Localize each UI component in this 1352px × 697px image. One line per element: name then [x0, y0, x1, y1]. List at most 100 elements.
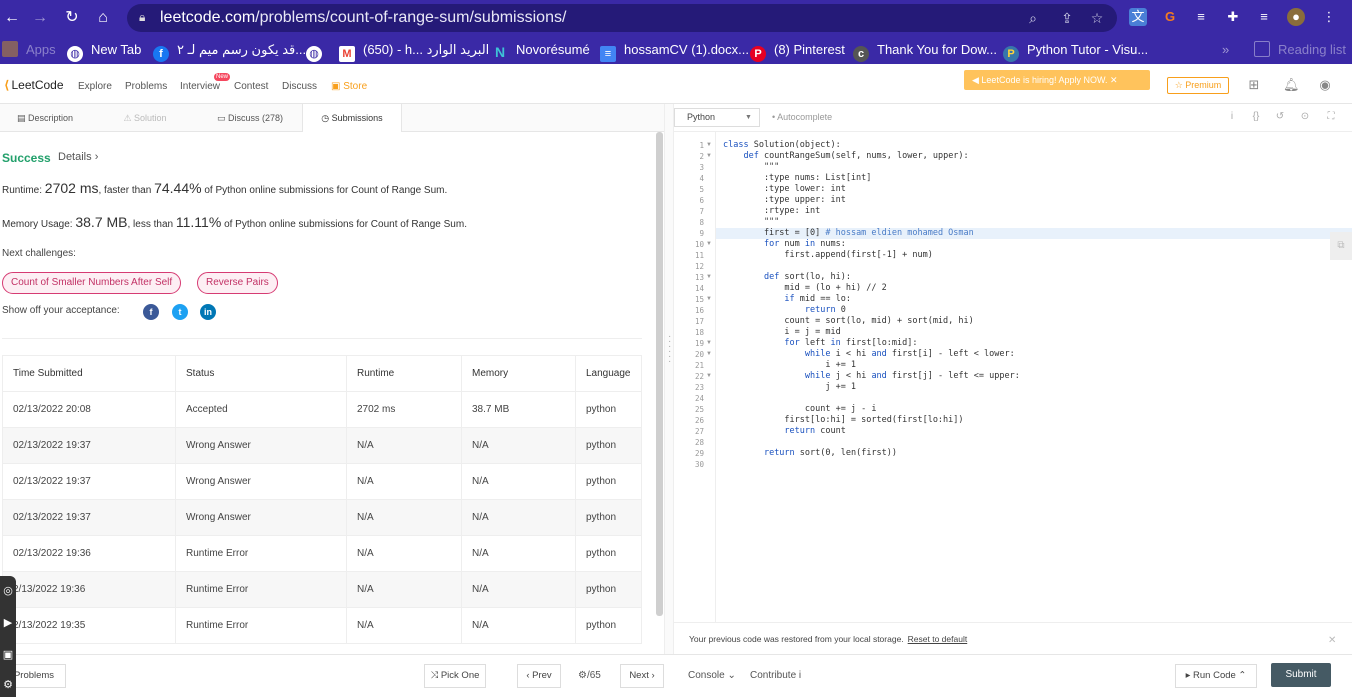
bookmark-thank-you[interactable]: c Thank You for Dow... [853, 40, 997, 62]
facebook-share-icon[interactable]: f [143, 304, 159, 320]
fold-caret-icon[interactable]: ▼ [706, 142, 712, 148]
line-number: 20 [694, 350, 704, 359]
braces-icon[interactable]: {} [1250, 111, 1262, 123]
submit-button[interactable]: Submit [1271, 663, 1331, 687]
search-icon[interactable]: ⌕ [1025, 10, 1041, 26]
tab-submissions[interactable]: ◷ Submissions [302, 104, 402, 132]
run-code-button[interactable]: ▸ Run Code ⌃ [1175, 664, 1257, 688]
details-link[interactable]: Details › [58, 151, 98, 163]
nav-problems[interactable]: Problems [125, 81, 167, 92]
cell-status[interactable]: Runtime Error [175, 535, 347, 572]
linkedin-share-icon[interactable]: in [200, 304, 216, 320]
left-scrollbar[interactable] [656, 132, 663, 616]
table-row[interactable]: 02/13/2022 19:37 Wrong Answer N/A N/A py… [2, 499, 642, 536]
fold-caret-icon[interactable]: ▼ [706, 153, 712, 159]
reload-icon[interactable]: ↻ [62, 8, 82, 28]
video-icon[interactable]: ▶ [1, 616, 15, 630]
table-row[interactable]: 2/13/2022 19:36 Runtime Error N/A N/A py… [2, 571, 642, 608]
grammarly-extension-icon[interactable]: G [1161, 8, 1179, 26]
profile-avatar[interactable]: ● [1287, 8, 1305, 26]
playground-icon[interactable]: ⊞ [1246, 77, 1262, 93]
tab-discuss[interactable]: ▭ Discuss (278) [200, 104, 300, 132]
prev-button[interactable]: ‹ Prev [517, 664, 561, 688]
cell-status[interactable]: Wrong Answer [175, 427, 347, 464]
cell-status[interactable]: Runtime Error [175, 607, 347, 644]
list-extension-icon[interactable]: ≡ [1192, 8, 1210, 26]
info-icon[interactable]: i [1226, 111, 1238, 123]
home-icon[interactable]: ⌂ [93, 8, 113, 28]
next-button[interactable]: Next › [620, 664, 664, 688]
bookmark-facebook[interactable]: f قد يكون رسم ميم لـ ٢... [153, 40, 306, 62]
code-line: j += 1 [723, 382, 857, 392]
nav-interview[interactable]: Interview [180, 81, 220, 92]
settings-icon[interactable]: ⊙ [1299, 111, 1311, 123]
code-line: :rtype: int [723, 206, 821, 216]
pick-one-button[interactable]: ⤨ Pick One [424, 664, 486, 688]
fold-caret-icon[interactable]: ▼ [706, 274, 712, 280]
tab-solution[interactable]: ⚠ Solution [100, 104, 190, 132]
bookmark-pinterest[interactable]: P (8) Pinterest [750, 40, 845, 62]
bell-icon[interactable]: 🔔︎ [1283, 77, 1300, 93]
close-icon[interactable]: ✕ [1107, 75, 1118, 85]
address-bar[interactable]: 🔒︎ leetcode.com/problems/count-of-range-… [127, 4, 1117, 32]
settings-icon[interactable]: ⚙ [1, 678, 15, 692]
share-icon[interactable]: ⇪ [1059, 10, 1075, 26]
autocomplete-toggle[interactable]: • Autocomplete [772, 112, 832, 122]
puzzle-icon[interactable]: ✚ [1224, 8, 1242, 26]
cell-status[interactable]: Runtime Error [175, 571, 347, 608]
premium-button[interactable]: ☆ Premium [1167, 77, 1229, 94]
tab-description[interactable]: ▤ Description [0, 104, 90, 132]
reading-list[interactable]: Reading list [1254, 40, 1346, 60]
panel-splitter[interactable]: · · · · · · [664, 104, 674, 654]
contribute-link[interactable]: Contribute i [750, 670, 801, 681]
forward-icon[interactable]: → [30, 8, 50, 28]
console-toggle[interactable]: Console ⌄ [688, 670, 736, 681]
bookmark-apps[interactable]: Apps [2, 40, 56, 60]
camera-icon[interactable]: ◎ [1, 584, 15, 598]
fold-caret-icon[interactable]: ▼ [706, 296, 712, 302]
copy-icon[interactable]: ⧉ [1330, 232, 1352, 260]
challenge-reverse-pairs[interactable]: Reverse Pairs [197, 272, 278, 294]
nav-contest[interactable]: Contest [234, 81, 268, 92]
code-line: for num in nums: [763, 239, 846, 249]
fold-caret-icon[interactable]: ▼ [706, 241, 712, 247]
fold-caret-icon[interactable]: ▼ [706, 351, 712, 357]
leetcode-logo[interactable]: ⟨ LeetCode [4, 78, 64, 92]
nav-explore[interactable]: Explore [78, 81, 112, 92]
table-row[interactable]: 02/13/2022 20:08 Accepted 2702 ms 38.7 M… [2, 391, 642, 428]
user-avatar-icon[interactable]: ◉ [1317, 77, 1333, 93]
bookmark-gmail[interactable]: M (650) - h... البريد الوارد [339, 40, 489, 62]
table-row[interactable]: 02/13/2022 19:37 Wrong Answer N/A N/A py… [2, 427, 642, 464]
bookmark-docs[interactable]: ≡ hossamCV (1).docx... [600, 40, 749, 62]
table-row[interactable]: 02/13/2022 19:37 Wrong Answer N/A N/A py… [2, 463, 642, 500]
fold-caret-icon[interactable]: ▼ [706, 340, 712, 346]
code-editor[interactable]: 1 ▼ 2 ▼ 3 4 5 6 7 8 9 10 ▼ 11 12 13 ▼ 14 15 ▼ 16 17 18 19 ▼ 20 ▼ 21… [674, 132, 1352, 622]
nav-store[interactable]: ▣ Store [331, 81, 367, 92]
reset-to-default-link[interactable]: Reset to default [908, 634, 968, 644]
twitter-share-icon[interactable]: t [172, 304, 188, 320]
table-row[interactable]: 2/13/2022 19:35 Runtime Error N/A N/A py… [2, 607, 642, 644]
challenge-count-smaller[interactable]: Count of Smaller Numbers After Self [2, 272, 182, 294]
bookmark-novoresume[interactable]: N Novorésumé [492, 40, 590, 60]
translate-extension-icon[interactable]: 文 [1129, 8, 1147, 26]
bookmark-python-tutor[interactable]: P Python Tutor - Visu... [1003, 40, 1148, 62]
bookmark-globe[interactable]: ◍ [306, 40, 330, 62]
language-select[interactable]: Python ▼ [674, 108, 760, 127]
fold-caret-icon[interactable]: ▼ [706, 373, 712, 379]
bookmarks-overflow-icon[interactable]: » [1222, 40, 1229, 60]
star-icon[interactable]: ☆ [1089, 10, 1105, 26]
close-icon[interactable]: ✕ [1328, 635, 1336, 646]
back-icon[interactable]: ← [2, 8, 22, 28]
cell-status[interactable]: Accepted [175, 391, 347, 428]
cell-status[interactable]: Wrong Answer [175, 463, 347, 500]
image-icon[interactable]: ▣ [1, 648, 15, 662]
cell-status[interactable]: Wrong Answer [175, 499, 347, 536]
fullscreen-icon[interactable]: ⛶ [1325, 111, 1337, 123]
menu-icon[interactable]: ⋮ [1320, 8, 1338, 26]
table-row[interactable]: 02/13/2022 19:36 Runtime Error N/A N/A p… [2, 535, 642, 572]
undo-icon[interactable]: ↺ [1274, 111, 1286, 123]
hiring-banner[interactable]: ◀ LeetCode is hiring! Apply NOW. ✕ [964, 70, 1150, 90]
nav-discuss[interactable]: Discuss [282, 81, 317, 92]
media-control-icon[interactable]: ≡ [1255, 8, 1273, 26]
bookmark-new-tab[interactable]: ◍ New Tab [67, 40, 141, 62]
